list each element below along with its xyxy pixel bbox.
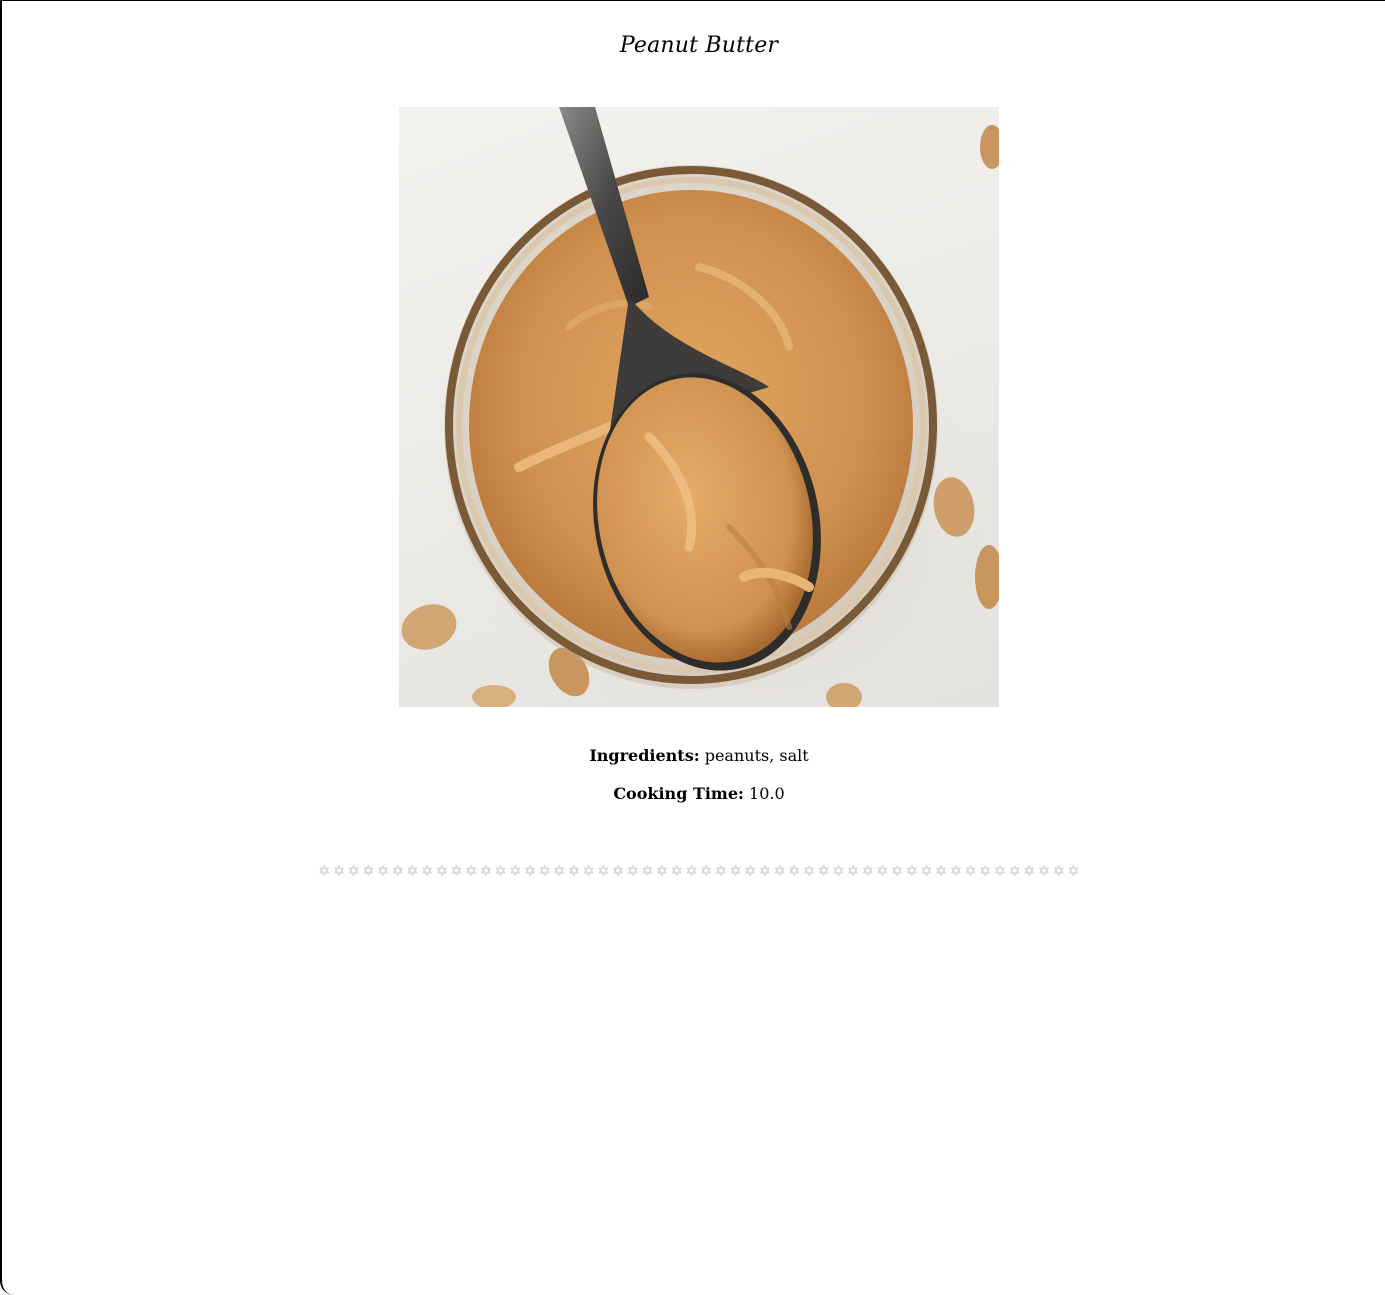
star-outline-icon[interactable]: ✡ <box>772 862 787 880</box>
star-outline-icon[interactable]: ✡ <box>567 862 582 880</box>
star-outline-icon[interactable]: ✡ <box>346 862 361 880</box>
star-outline-icon[interactable]: ✡ <box>728 862 743 880</box>
star-outline-icon[interactable]: ✡ <box>993 862 1008 880</box>
star-outline-icon[interactable]: ✡ <box>934 862 949 880</box>
star-outline-icon[interactable]: ✡ <box>1066 862 1081 880</box>
star-outline-icon[interactable]: ✡ <box>376 862 391 880</box>
star-outline-icon[interactable]: ✡ <box>831 862 846 880</box>
star-outline-icon[interactable]: ✡ <box>743 862 758 880</box>
star-outline-icon[interactable]: ✡ <box>714 862 729 880</box>
star-outline-icon[interactable]: ✡ <box>332 862 347 880</box>
star-outline-icon[interactable]: ✡ <box>581 862 596 880</box>
star-outline-icon[interactable]: ✡ <box>493 862 508 880</box>
star-outline-icon[interactable]: ✡ <box>508 862 523 880</box>
star-outline-icon[interactable]: ✡ <box>435 862 450 880</box>
star-outline-icon[interactable]: ✡ <box>655 862 670 880</box>
star-outline-icon[interactable]: ✡ <box>537 862 552 880</box>
star-outline-icon[interactable]: ✡ <box>625 862 640 880</box>
recipe-title: Peanut Butter <box>619 33 779 58</box>
star-outline-icon[interactable]: ✡ <box>1022 862 1037 880</box>
star-outline-icon[interactable]: ✡ <box>919 862 934 880</box>
star-outline-icon[interactable]: ✡ <box>479 862 494 880</box>
star-outline-icon[interactable]: ✡ <box>699 862 714 880</box>
star-outline-icon[interactable]: ✡ <box>860 862 875 880</box>
ingredients-value: peanuts, salt <box>704 746 809 765</box>
star-outline-icon[interactable]: ✡ <box>464 862 479 880</box>
cooking-time-line: Cooking Time: 10.0 <box>0 784 1385 803</box>
star-outline-icon[interactable]: ✡ <box>890 862 905 880</box>
star-outline-icon[interactable]: ✡ <box>949 862 964 880</box>
star-outline-icon[interactable]: ✡ <box>684 862 699 880</box>
star-outline-icon[interactable]: ✡ <box>758 862 773 880</box>
star-outline-icon[interactable]: ✡ <box>390 862 405 880</box>
rating-stars[interactable]: ✡ ✡ ✡ ✡ ✡ ✡ ✡ ✡ ✡ ✡ ✡ ✡ ✡ ✡ ✡ ✡ ✡ ✡ ✡ ✡ ✡ ✡ ✡ ✡ ✡ ✡ ✡ ✡ ✡ ✡ ✡ ✡ ✡ ✡ ✡ ✡ ✡ ✡ ✡ ✡… <box>317 861 1081 881</box>
star-outline-icon[interactable]: ✡ <box>449 862 464 880</box>
recipe-photo <box>399 107 999 707</box>
star-outline-icon[interactable]: ✡ <box>420 862 435 880</box>
star-outline-icon[interactable]: ✡ <box>317 862 332 880</box>
star-outline-icon[interactable]: ✡ <box>1051 862 1066 880</box>
star-outline-icon[interactable]: ✡ <box>875 862 890 880</box>
star-outline-icon[interactable]: ✡ <box>1037 862 1052 880</box>
star-outline-icon[interactable]: ✡ <box>802 862 817 880</box>
star-outline-icon[interactable]: ✡ <box>552 862 567 880</box>
star-outline-icon[interactable]: ✡ <box>523 862 538 880</box>
ingredients-line: Ingredients: peanuts, salt <box>0 746 1385 765</box>
star-outline-icon[interactable]: ✡ <box>905 862 920 880</box>
star-outline-icon[interactable]: ✡ <box>963 862 978 880</box>
ingredients-label: Ingredients: <box>589 746 700 765</box>
cooking-time-value: 10.0 <box>749 784 785 803</box>
star-outline-icon[interactable]: ✡ <box>787 862 802 880</box>
cooking-time-label: Cooking Time: <box>613 784 744 803</box>
star-outline-icon[interactable]: ✡ <box>1007 862 1022 880</box>
star-outline-icon[interactable]: ✡ <box>846 862 861 880</box>
star-outline-icon[interactable]: ✡ <box>596 862 611 880</box>
star-outline-icon[interactable]: ✡ <box>670 862 685 880</box>
star-outline-icon[interactable]: ✡ <box>611 862 626 880</box>
star-outline-icon[interactable]: ✡ <box>816 862 831 880</box>
star-outline-icon[interactable]: ✡ <box>640 862 655 880</box>
star-outline-icon[interactable]: ✡ <box>405 862 420 880</box>
star-outline-icon[interactable]: ✡ <box>978 862 993 880</box>
star-outline-icon[interactable]: ✡ <box>361 862 376 880</box>
